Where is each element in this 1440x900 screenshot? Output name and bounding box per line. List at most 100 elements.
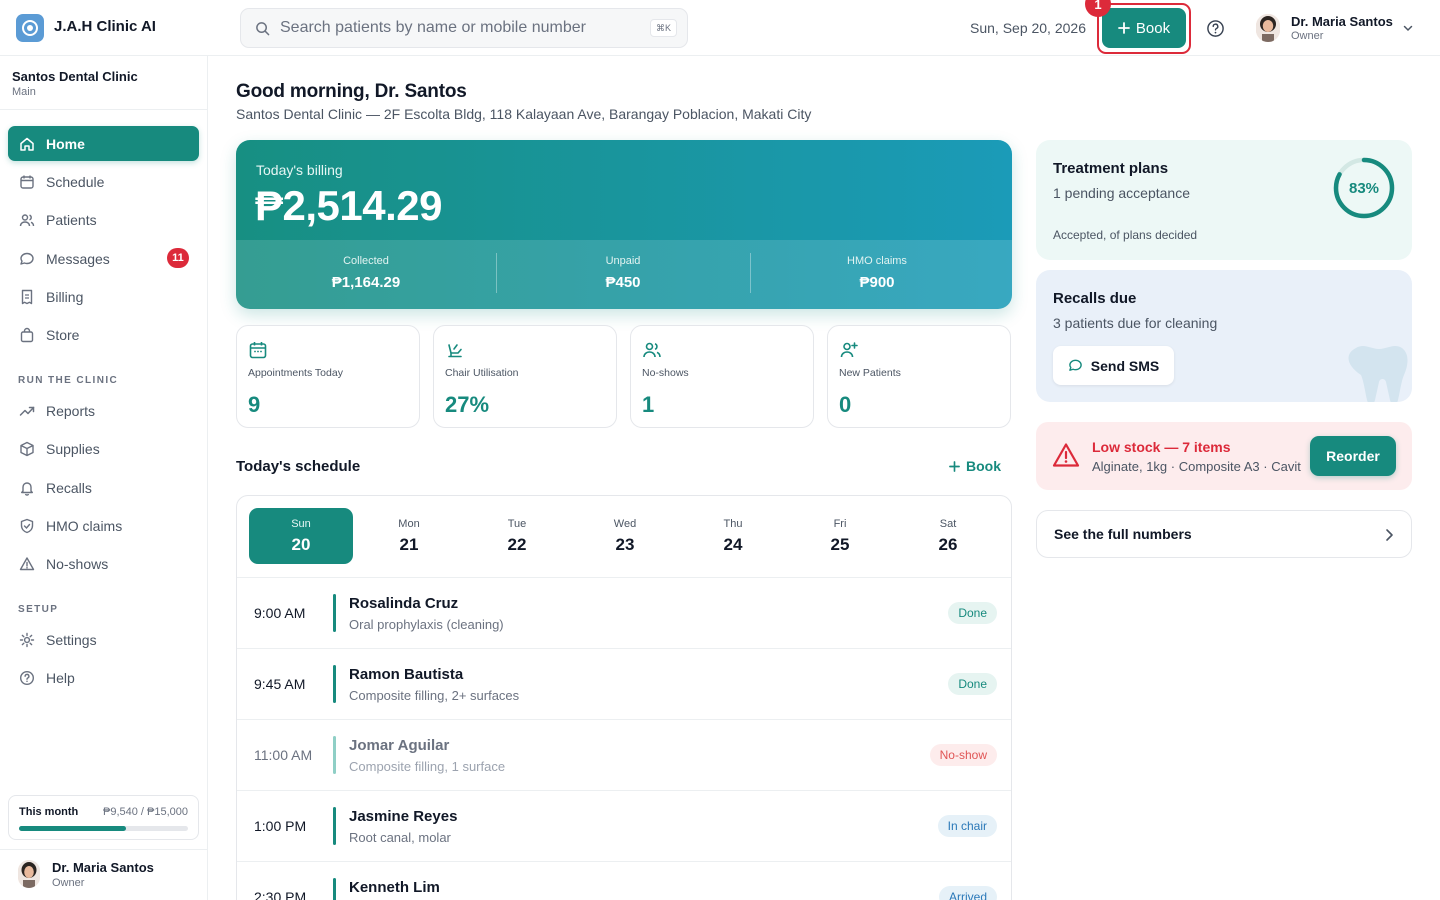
user-plus-icon xyxy=(840,342,858,358)
appointment-time: 11:00 AM xyxy=(254,747,313,763)
users-icon xyxy=(19,213,35,226)
month-progress-fill xyxy=(19,826,127,831)
schedule-book-label: Book xyxy=(966,458,1001,474)
sidebar-item-label: Help xyxy=(46,669,75,686)
appointment-accent xyxy=(333,594,336,632)
trend-icon xyxy=(19,406,35,416)
status-badge: No-show xyxy=(929,744,997,766)
see-full-numbers-label: See the full numbers xyxy=(1054,526,1192,542)
day-tab-thu[interactable]: Thu 24 xyxy=(681,508,785,564)
appointment-row[interactable]: 2:30 PM Kenneth Lim Arrived xyxy=(237,862,1011,900)
sidebar-item-patients[interactable]: Patients xyxy=(8,202,199,237)
day-tab-tue[interactable]: Tue 22 xyxy=(465,508,569,564)
stat-value: 9 xyxy=(248,392,261,417)
divider xyxy=(0,109,207,110)
appointment-time: 2:30 PM xyxy=(254,889,307,900)
day-number: 25 xyxy=(830,535,850,554)
month-label: This month xyxy=(19,806,79,818)
billing-unpaid: Unpaid ₱450 xyxy=(496,240,750,309)
help-icon[interactable] xyxy=(1206,19,1225,38)
stat-card-chair-utilisation[interactable]: Chair Utilisation 27% xyxy=(433,325,617,428)
book-button[interactable]: Book xyxy=(1102,8,1186,48)
appointment-time: 9:45 AM xyxy=(254,676,306,692)
receipt-icon xyxy=(21,289,33,304)
user-name[interactable]: Dr. Maria Santos xyxy=(1291,14,1393,29)
day-tab-sat[interactable]: Sat 26 xyxy=(896,508,1000,564)
see-full-numbers-link[interactable]: See the full numbers xyxy=(1036,510,1412,558)
appointment-accent xyxy=(333,878,336,900)
recalls-subtitle: 3 patients due for cleaning xyxy=(1053,315,1218,331)
sidebar-item-settings[interactable]: Settings xyxy=(8,622,199,657)
patient-name: Jasmine Reyes xyxy=(349,808,458,825)
user-role: Owner xyxy=(1291,30,1324,42)
appointment-row[interactable]: 9:00 AM Rosalinda Cruz Oral prophylaxis … xyxy=(237,578,1011,649)
calendar-icon xyxy=(249,342,267,359)
treatment-plans-card[interactable]: Treatment plans 1 pending acceptance Acc… xyxy=(1036,140,1412,260)
stat-card-new-patients[interactable]: New Patients 0 xyxy=(827,325,1011,428)
stat-label: No-shows xyxy=(642,367,689,379)
divider xyxy=(0,849,207,850)
billing-hmo: HMO claims ₱900 xyxy=(750,240,1004,309)
day-tab-mon[interactable]: Mon 21 xyxy=(357,508,461,564)
schedule-title: Today's schedule xyxy=(236,458,361,475)
user-avatar[interactable] xyxy=(1256,14,1280,42)
billing-unpaid-label: Unpaid xyxy=(605,255,641,267)
appointment-row[interactable]: 11:00 AM Jomar Aguilar Composite filling… xyxy=(237,720,1011,791)
warning-icon xyxy=(19,556,35,570)
day-name: Sat xyxy=(939,518,957,530)
sidebar-user-avatar[interactable] xyxy=(18,860,40,888)
sidebar-item-store[interactable]: Store xyxy=(8,317,199,352)
message-icon xyxy=(20,252,34,265)
chevron-down-icon[interactable] xyxy=(1402,22,1414,34)
help-icon xyxy=(19,670,35,685)
clinic-name[interactable]: Santos Dental Clinic xyxy=(12,69,138,84)
low-stock-items: Alginate, 1kg · Composite A3 · Cavit xyxy=(1092,459,1301,474)
sidebar-item-messages[interactable]: Messages 11 xyxy=(8,241,199,276)
recalls-title: Recalls due xyxy=(1053,290,1137,307)
recalls-card[interactable]: Recalls due 3 patients due for cleaning … xyxy=(1036,270,1412,402)
low-stock-alert[interactable]: Low stock — 7 items Alginate, 1kg · Comp… xyxy=(1036,422,1412,490)
sidebar-user-name[interactable]: Dr. Maria Santos xyxy=(52,860,154,875)
sidebar-item-supplies[interactable]: Supplies xyxy=(8,431,199,466)
sidebar-item-reports[interactable]: Reports xyxy=(8,393,199,428)
message-icon xyxy=(1068,359,1082,371)
sidebar-item-schedule[interactable]: Schedule xyxy=(8,164,199,199)
procedure: Composite filling, 2+ surfaces xyxy=(349,688,520,703)
send-sms-button[interactable]: Send SMS xyxy=(1053,346,1174,385)
day-tab-wed[interactable]: Wed 23 xyxy=(573,508,677,564)
reorder-button[interactable]: Reorder xyxy=(1310,436,1396,476)
appointment-row[interactable]: 9:45 AM Ramon Bautista Composite filling… xyxy=(237,649,1011,720)
day-tab-fri[interactable]: Fri 25 xyxy=(788,508,892,564)
shield-icon xyxy=(20,518,34,533)
sidebar-item-billing[interactable]: Billing xyxy=(8,279,199,314)
warning-icon xyxy=(1052,443,1080,467)
gear-icon xyxy=(19,632,35,647)
send-sms-label: Send SMS xyxy=(1090,357,1160,374)
billing-collected-value: ₱1,164.29 xyxy=(331,274,401,291)
stat-value: 1 xyxy=(642,392,655,417)
sidebar-item-no-shows[interactable]: No-shows xyxy=(8,546,199,581)
monthly-target-card: This month ₱9,540 / ₱15,000 xyxy=(8,795,199,840)
box-icon xyxy=(20,441,34,456)
day-number: 23 xyxy=(615,535,635,554)
search-input[interactable] xyxy=(280,19,640,37)
sidebar-user-role: Owner xyxy=(52,877,85,889)
clinic-address: Santos Dental Clinic — 2F Escolta Bldg, … xyxy=(236,106,812,122)
home-icon xyxy=(20,137,34,151)
app-logo-icon[interactable] xyxy=(16,14,44,42)
appointment-row[interactable]: 1:00 PM Jasmine Reyes Root canal, molar … xyxy=(237,791,1011,862)
billing-hmo-value: ₱900 xyxy=(859,274,895,291)
billing-card[interactable]: Today's billing ₱2,514.29 Collected ₱1,1… xyxy=(236,140,1012,309)
sidebar-item-hmo-claims[interactable]: HMO claims xyxy=(8,508,199,543)
day-tab-sun[interactable]: Sun 20 xyxy=(249,508,353,564)
sidebar-item-home[interactable]: Home xyxy=(8,126,199,161)
schedule-book-button[interactable]: Book xyxy=(949,458,1001,474)
sidebar-item-recalls[interactable]: Recalls xyxy=(8,470,199,505)
patient-name: Ramon Bautista xyxy=(349,666,464,683)
stat-card-appointments[interactable]: Appointments Today 9 xyxy=(236,325,420,428)
stat-card-no-shows[interactable]: No-shows 1 xyxy=(630,325,814,428)
sidebar-item-help[interactable]: Help xyxy=(8,660,199,695)
stat-label: Chair Utilisation xyxy=(445,367,519,379)
day-name: Tue xyxy=(507,518,527,530)
search-bar[interactable]: ⌘K xyxy=(240,8,688,48)
